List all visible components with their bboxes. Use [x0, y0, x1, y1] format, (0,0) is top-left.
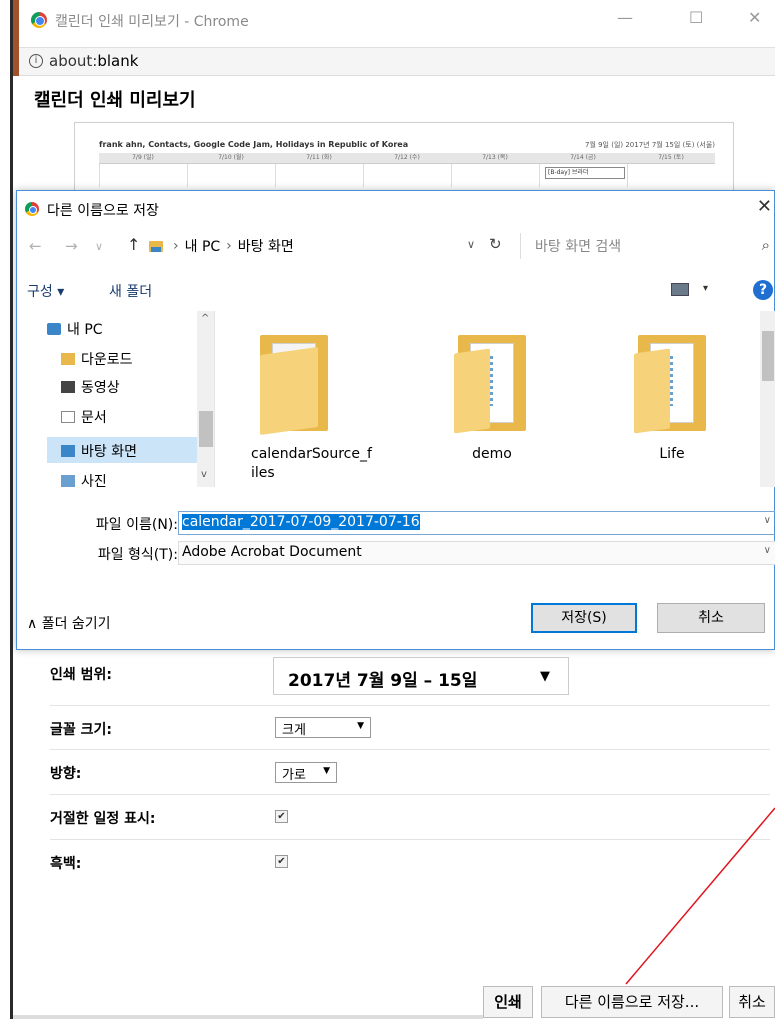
annotation-line [625, 807, 775, 985]
annotation-arrow-line [625, 807, 775, 985]
